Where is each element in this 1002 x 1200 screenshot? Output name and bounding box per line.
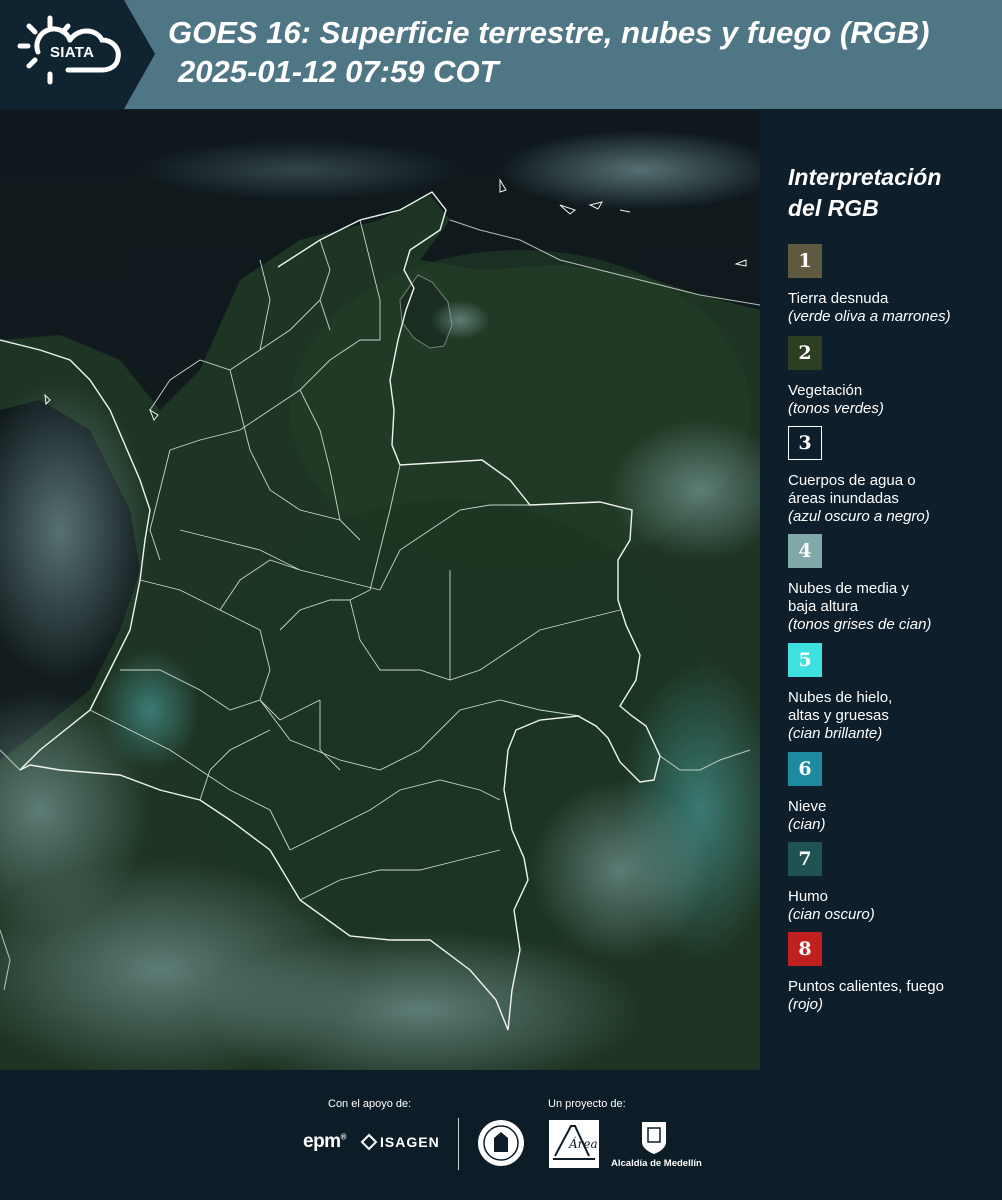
siata-logo-text: SIATA bbox=[50, 44, 95, 61]
legend-swatch: 3 bbox=[788, 426, 822, 460]
legend-title: Interpretación del RGB bbox=[788, 164, 942, 221]
area-logo-text: Área bbox=[568, 1136, 598, 1151]
satellite-map[interactable] bbox=[0, 110, 760, 1070]
medellin-shield-icon[interactable] bbox=[640, 1118, 668, 1156]
footer-divider bbox=[458, 1118, 459, 1170]
support-label: Con el apoyo de: bbox=[328, 1098, 412, 1110]
page-title: GOES 16: Superficie terrestre, nubes y f… bbox=[168, 15, 930, 50]
legend-item-bare-soil: 1 Tierra desnuda (verde oliva a marrones… bbox=[788, 244, 998, 326]
university-seal-icon[interactable] bbox=[476, 1118, 526, 1168]
area-metropolitana-logo[interactable]: Área bbox=[549, 1120, 599, 1168]
legend-item-snow: 6 Nieve (cian) bbox=[788, 752, 998, 834]
legend-swatch: 7 bbox=[788, 842, 822, 876]
legend-item-water: 3 Cuerpos de agua o áreas inundadas (azu… bbox=[788, 426, 998, 526]
isagen-icon bbox=[360, 1133, 378, 1151]
legend-item-low-clouds: 4 Nubes de media y baja altura (tonos gr… bbox=[788, 534, 998, 634]
timestamp: 2025-01-12 07:59 COT bbox=[178, 54, 499, 89]
epm-logo[interactable]: epm® bbox=[303, 1131, 347, 1153]
satellite-image bbox=[0, 110, 760, 1070]
header: SIATA GOES 16: Superficie terrestre, nub… bbox=[0, 0, 1002, 109]
legend-swatch: 1 bbox=[788, 244, 822, 278]
footer: Con el apoyo de: Un proyecto de: epm® IS… bbox=[0, 1070, 1002, 1200]
legend-swatch: 2 bbox=[788, 336, 822, 370]
legend-swatch: 8 bbox=[788, 932, 822, 966]
legend-item-fire: 8 Puntos calientes, fuego (rojo) bbox=[788, 932, 998, 1014]
legend-swatch: 6 bbox=[788, 752, 822, 786]
project-label: Un proyecto de: bbox=[548, 1098, 626, 1110]
legend-swatch: 5 bbox=[788, 643, 822, 677]
legend-item-smoke: 7 Humo (cian oscuro) bbox=[788, 842, 998, 924]
legend-swatch: 4 bbox=[788, 534, 822, 568]
siata-logo[interactable]: SIATA bbox=[0, 0, 155, 109]
legend-item-vegetation: 2 Vegetación (tonos verdes) bbox=[788, 336, 998, 418]
legend-item-ice-clouds: 5 Nubes de hielo, altas y gruesas (cian … bbox=[788, 643, 998, 743]
isagen-logo[interactable]: ISAGEN bbox=[380, 1134, 440, 1150]
legend-panel: Interpretación del RGB 1 Tierra desnuda … bbox=[760, 110, 1002, 1070]
alcaldia-label: Alcaldía de Medellín bbox=[611, 1158, 702, 1169]
